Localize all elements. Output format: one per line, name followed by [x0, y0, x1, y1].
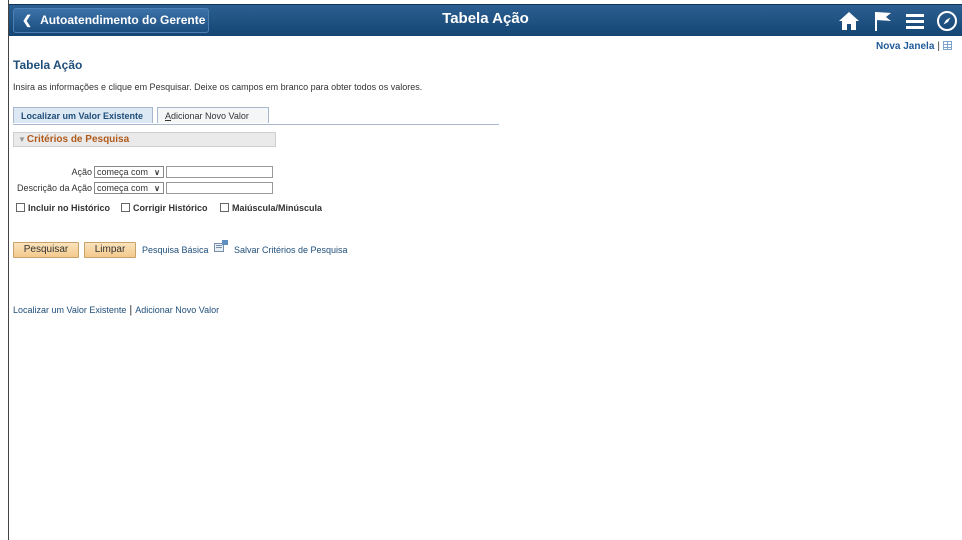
find-existing-link[interactable]: Localizar um Valor Existente: [13, 305, 126, 315]
checkbox-box[interactable]: [121, 203, 130, 212]
action-description-label: Descrição da Ação: [16, 183, 92, 193]
back-button-label: Autoatendimento do Gerente: [40, 13, 206, 27]
description-operator-select[interactable]: começa com ∨: [94, 182, 164, 194]
tab-find-existing[interactable]: Localizar um Valor Existente: [13, 107, 153, 123]
header-bar: ❮ Autoatendimento do Gerente Tabela Ação: [9, 4, 962, 36]
menu-icon[interactable]: [903, 9, 927, 33]
case-sensitive-label: Maiúscula/Minúscula: [232, 203, 323, 213]
action-operator-value: começa com: [97, 167, 149, 177]
tab-add-new[interactable]: Adicionar Novo Valor: [157, 107, 269, 123]
footer-separator: |: [129, 304, 133, 316]
action-description-input[interactable]: [166, 182, 273, 194]
checkbox-box[interactable]: [220, 203, 229, 212]
add-new-link[interactable]: Adicionar Novo Valor: [135, 305, 219, 315]
checkbox-box[interactable]: [16, 203, 25, 212]
tab-add-new-label: dicionar Novo Valor: [171, 111, 249, 121]
search-button[interactable]: Pesquisar: [13, 242, 79, 258]
include-history-checkbox[interactable]: Incluir no Histórico: [16, 203, 110, 213]
back-button[interactable]: ❮ Autoatendimento do Gerente: [13, 8, 209, 33]
case-sensitive-checkbox[interactable]: Maiúscula/Minúscula: [220, 203, 322, 213]
search-tabs: Localizar um Valor Existente Adicionar N…: [13, 107, 499, 125]
flag-icon[interactable]: [871, 9, 895, 33]
chevron-down-icon: ∨: [154, 168, 160, 177]
instructions-text: Insira as informações e clique em Pesqui…: [13, 82, 423, 92]
action-operator-select[interactable]: começa com ∨: [94, 166, 164, 178]
correct-history-checkbox[interactable]: Corrigir Histórico: [121, 203, 208, 213]
description-operator-value: começa com: [97, 183, 149, 193]
include-history-label: Incluir no Histórico: [28, 203, 111, 213]
correct-history-label: Corrigir Histórico: [133, 203, 208, 213]
basic-search-link[interactable]: Pesquisa Básica: [142, 245, 209, 255]
save-search-criteria-link[interactable]: Salvar Critérios de Pesquisa: [234, 245, 348, 255]
chevron-left-icon: ❮: [22, 13, 33, 27]
footer-links: Localizar um Valor Existente | Adicionar N…: [13, 304, 219, 316]
grid-icon[interactable]: [943, 41, 952, 50]
chevron-down-icon: ∨: [154, 184, 160, 193]
collapse-triangle-icon: ▼: [18, 135, 26, 144]
toolbar-links: Nova Janela |: [876, 41, 952, 52]
new-window-link[interactable]: Nova Janela: [876, 41, 934, 52]
page-title: Tabela Ação: [13, 58, 83, 72]
action-input[interactable]: [166, 166, 273, 178]
window-frame-left: [0, 0, 9, 540]
home-icon[interactable]: [837, 9, 861, 33]
compass-icon[interactable]: [935, 9, 959, 33]
search-criteria-header[interactable]: ▼Critérios de Pesquisa: [13, 132, 276, 147]
search-criteria-title: Critérios de Pesquisa: [26, 134, 130, 145]
save-search-icon[interactable]: [214, 240, 228, 252]
clear-button[interactable]: Limpar: [84, 242, 136, 258]
action-label: Ação: [71, 167, 92, 177]
toolbar-separator: |: [937, 41, 940, 52]
